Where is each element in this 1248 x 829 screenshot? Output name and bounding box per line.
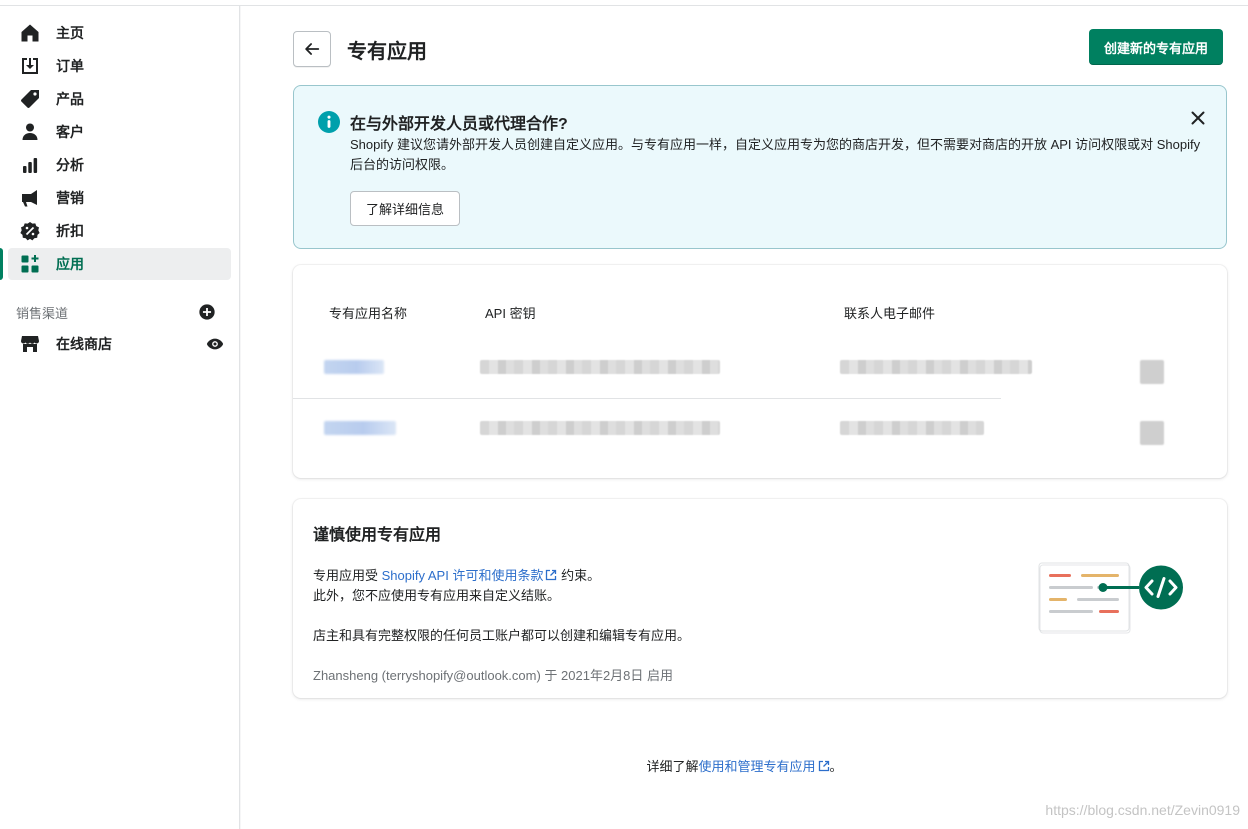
- watermark: https://blog.csdn.net/Zevin0919: [1045, 802, 1240, 818]
- sidebar-item-label: 订单: [56, 58, 84, 74]
- info-icon: [318, 111, 340, 133]
- arrow-left-icon: [305, 43, 320, 55]
- sidebar-item-label: 折扣: [56, 223, 84, 239]
- sidebar-item-label: 主页: [56, 25, 84, 41]
- learn-more-button[interactable]: 了解详细信息: [350, 191, 461, 226]
- banner-text: Shopify 建议您请外部开发人员创建自定义应用。与专有应用一样，自定义应用专…: [350, 137, 1201, 172]
- eye-icon[interactable]: [205, 334, 225, 354]
- external-link-icon: [546, 569, 557, 581]
- redacted-email: [840, 421, 984, 435]
- terms-suffix: 约束。: [557, 568, 601, 583]
- sidebar-item-apps[interactable]: 应用: [0, 248, 231, 280]
- private-apps-table: 专有应用名称 API 密钥 联系人电子邮件: [293, 265, 1227, 478]
- sidebar-item-label: 在线商店: [56, 336, 112, 352]
- create-private-app-button[interactable]: 创建新的专有应用: [1088, 29, 1223, 65]
- checkout-warning: 此外，您不应使用专有应用来自定义结账。: [313, 588, 561, 603]
- table-row[interactable]: [293, 400, 1227, 458]
- caution-title: 谨慎使用专有应用: [313, 527, 442, 544]
- discount-icon: [20, 221, 40, 241]
- sales-channels-header: 销售渠道: [16, 302, 217, 322]
- api-terms-link-text[interactable]: Shopify API 许可和使用条款: [382, 568, 544, 583]
- code-illustration: [1038, 562, 1183, 634]
- sidebar-item-discounts[interactable]: 折扣: [8, 215, 231, 247]
- redacted-api-key: [480, 360, 720, 374]
- column-header-name: 专有应用名称: [329, 306, 408, 321]
- sidebar-item-label: 客户: [56, 124, 84, 140]
- sidebar-item-home[interactable]: 主页: [8, 17, 231, 49]
- sidebar-item-label: 应用: [56, 256, 84, 272]
- close-icon[interactable]: [1188, 108, 1208, 128]
- add-channel-icon[interactable]: [197, 302, 217, 322]
- orders-icon: [20, 56, 40, 76]
- page-title: 专有应用: [347, 40, 427, 63]
- redacted-action: [1140, 421, 1164, 445]
- column-header-email: 联系人电子邮件: [844, 306, 936, 321]
- banner-title: 在与外部开发人员或代理合作?: [350, 116, 568, 133]
- api-terms-link[interactable]: Shopify API 许可和使用条款: [382, 568, 558, 583]
- sidebar-item-label: 分析: [56, 157, 84, 173]
- sidebar-item-orders[interactable]: 订单: [8, 50, 231, 82]
- main-content: 专有应用 创建新的专有应用 在与外部开发人员或代理合作? Shopify 建议您…: [241, 6, 1248, 829]
- sidebar: 主页 订单 产品 客户 分析 营销 折扣 应用 销售渠道 在线商店: [0, 6, 240, 829]
- permissions-note: 店主和具有完整权限的任何员工账户都可以创建和编辑专有应用。: [313, 628, 691, 643]
- footer-learn-more: 详细了解使用和管理专有应用。: [241, 756, 1248, 775]
- redacted-action: [1140, 360, 1164, 384]
- customer-icon: [20, 122, 40, 142]
- footer-prefix: 详细了解: [646, 759, 699, 774]
- caution-card: 谨慎使用专有应用 专用应用受 Shopify API 许可和使用条款 约束。 此…: [293, 499, 1227, 698]
- info-banner: 在与外部开发人员或代理合作? Shopify 建议您请外部开发人员创建自定义应用…: [293, 85, 1227, 249]
- table-row[interactable]: [293, 340, 1227, 398]
- page-header: 专有应用 创建新的专有应用: [293, 29, 1227, 69]
- tag-icon: [20, 89, 40, 109]
- row-divider: [293, 398, 1001, 399]
- apps-icon: [20, 254, 40, 274]
- sidebar-item-label: 产品: [56, 91, 84, 107]
- enabled-by-meta: Zhansheng (terryshopify@outlook.com) 于 2…: [313, 668, 674, 683]
- external-link-icon: [818, 760, 829, 772]
- footer-suffix: 。: [829, 759, 843, 774]
- redacted-app-name[interactable]: [324, 360, 384, 374]
- redacted-app-name[interactable]: [324, 421, 396, 435]
- sidebar-item-analytics[interactable]: 分析: [8, 149, 231, 181]
- sidebar-item-marketing[interactable]: 营销: [8, 182, 231, 214]
- terms-prefix: 专用应用受: [313, 568, 382, 583]
- sidebar-item-products[interactable]: 产品: [8, 83, 231, 115]
- sidebar-item-online-store[interactable]: 在线商店: [8, 328, 231, 360]
- manage-private-apps-link[interactable]: 使用和管理专有应用: [698, 759, 829, 774]
- sidebar-item-label: 营销: [56, 190, 84, 206]
- sales-channels-title: 销售渠道: [16, 305, 69, 321]
- terms-line: 专用应用受 Shopify API 许可和使用条款 约束。: [313, 565, 600, 584]
- back-button[interactable]: [293, 31, 331, 67]
- column-header-api-key: API 密钥: [485, 306, 536, 321]
- home-icon: [20, 23, 40, 43]
- store-icon: [20, 334, 40, 354]
- manage-private-apps-link-text[interactable]: 使用和管理专有应用: [698, 759, 815, 774]
- megaphone-icon: [20, 188, 40, 208]
- redacted-api-key: [480, 421, 720, 435]
- analytics-icon: [20, 155, 40, 175]
- redacted-email: [840, 360, 1032, 374]
- sidebar-item-customers[interactable]: 客户: [8, 116, 231, 148]
